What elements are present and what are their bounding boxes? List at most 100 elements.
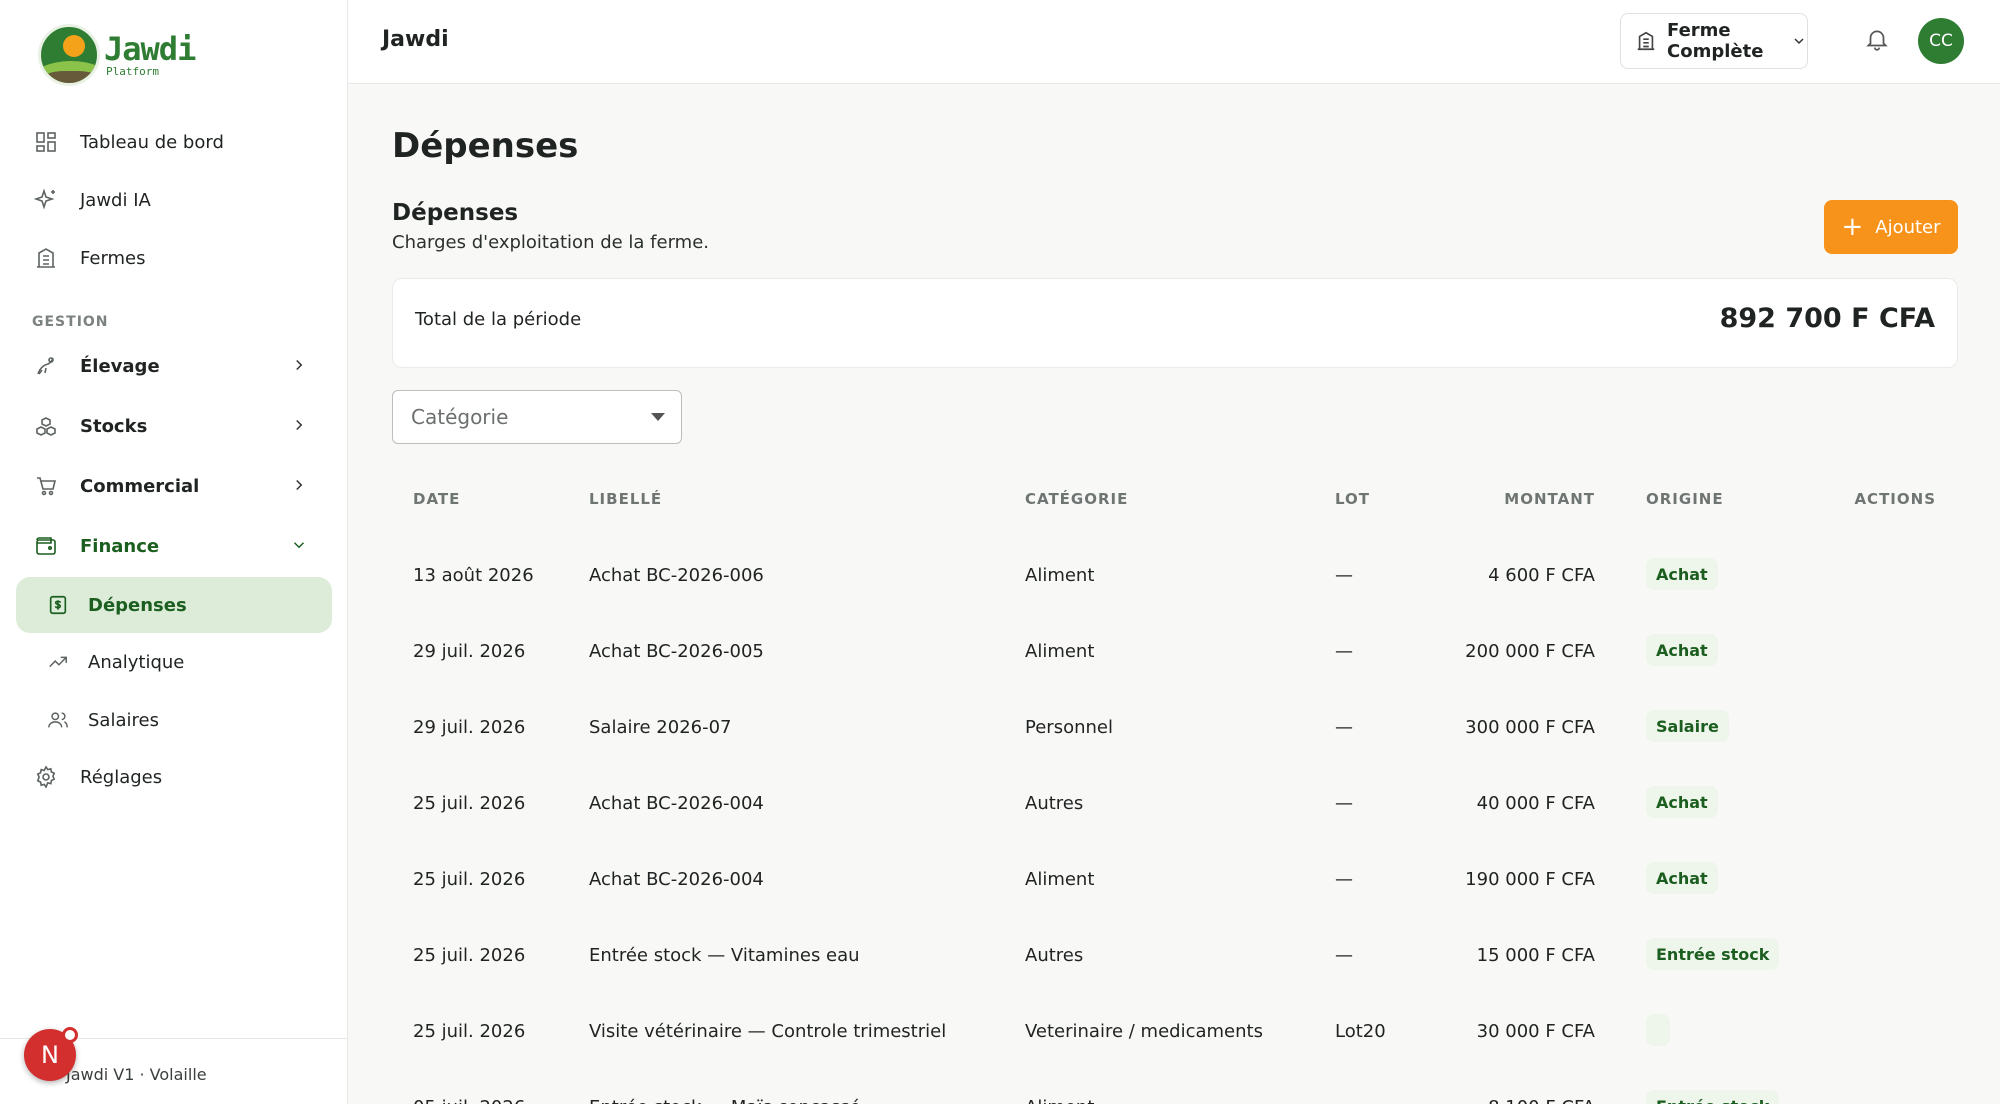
column-header-categorie[interactable]: CATÉGORIE (1025, 490, 1128, 508)
sidebar-item-salaires[interactable]: Salaires (16, 694, 332, 746)
avatar[interactable]: CC (1918, 18, 1964, 64)
receipt-icon (44, 591, 72, 619)
cell-date: 29 juil. 2026 (413, 641, 526, 662)
sidebar-item-reglages[interactable]: Réglages (16, 751, 332, 803)
cart-icon (32, 472, 60, 500)
boxes-icon (32, 412, 60, 440)
table-row[interactable]: 25 juil. 2026 Achat BC-2026-004 Autres — 40 … (392, 766, 1958, 842)
cell-lot: — (1335, 1097, 1353, 1104)
cell-date: 29 juil. 2026 (413, 717, 526, 738)
origin-badge: Entrée stock (1646, 1090, 1780, 1104)
section-title: Dépenses (392, 200, 519, 226)
sidebar-item-fermes[interactable]: Fermes (16, 232, 332, 284)
cell-date: 25 juil. 2026 (413, 945, 526, 966)
cell-categorie: Aliment (1025, 641, 1095, 662)
assistant-fab-button[interactable]: N (24, 1027, 78, 1081)
sidebar-item-depenses[interactable]: Dépenses (16, 577, 332, 633)
cell-categorie: Aliment (1025, 565, 1095, 586)
total-label: Total de la période (415, 309, 582, 330)
sidebar-item-label: Dépenses (88, 594, 187, 616)
cell-categorie: Autres (1025, 945, 1084, 966)
cell-lot: Lot20 (1335, 1021, 1386, 1042)
add-button-label: Ajouter (1875, 216, 1941, 238)
category-filter-select[interactable]: Catégorie (392, 390, 682, 444)
total-card: Total de la période 892 700 F CFA (392, 278, 1958, 368)
table-row[interactable]: 25 juil. 2026 Visite vétérinaire — Contro… (392, 994, 1958, 1070)
trend-icon (44, 648, 72, 676)
cell-libelle: Entrée stock — Vitamines eau (589, 945, 860, 966)
plus-icon: + (1841, 212, 1864, 242)
cell-libelle: Entrée stock — Maïs concassé (589, 1097, 861, 1104)
cell-date: 25 juil. 2026 (413, 793, 526, 814)
cell-lot: — (1335, 869, 1353, 890)
page-title: Dépenses (392, 126, 579, 166)
section-description: Charges d'exploitation de la ferme. (392, 232, 710, 253)
cell-montant: 300 000 F CFA (1465, 717, 1595, 738)
sidebar-item-analytique[interactable]: Analytique (16, 636, 332, 688)
users-icon (44, 706, 72, 734)
sidebar-item-commercial[interactable]: Commercial (16, 460, 332, 512)
cell-montant: 190 000 F CFA (1465, 869, 1595, 890)
sidebar-item-elevage[interactable]: Élevage (16, 340, 332, 392)
column-header-origine[interactable]: ORIGINE (1646, 490, 1724, 508)
origin-badge: Achat (1646, 634, 1718, 666)
section-label-gestion: GESTION (32, 314, 109, 330)
logo-mark (38, 24, 100, 86)
sidebar-item-label: Finance (80, 535, 160, 557)
origin-badge: Achat (1646, 862, 1718, 894)
column-header-lot[interactable]: LOT (1335, 490, 1370, 508)
sidebar-item-label: Salaires (88, 709, 159, 731)
chevron-right-icon (290, 356, 308, 379)
cell-montant: 4 600 F CFA (1488, 565, 1595, 586)
wallet-icon (32, 532, 60, 560)
app-logo[interactable]: Jawdi Platform (38, 24, 196, 86)
origin-badge: Entrée stock (1646, 938, 1780, 970)
sidebar-footer: Jawdi V1 · Volaille N (0, 1027, 348, 1104)
cell-libelle: Achat BC-2026-006 (589, 565, 764, 586)
cell-lot: — (1335, 717, 1353, 738)
cell-libelle: Salaire 2026-07 (589, 717, 732, 738)
column-header-date[interactable]: DATE (413, 490, 460, 508)
sidebar-item-finance[interactable]: Finance (16, 520, 332, 572)
cell-libelle: Achat BC-2026-004 (589, 869, 764, 890)
table-row[interactable]: 25 juil. 2026 Entrée stock — Vitamines ea… (392, 918, 1958, 994)
farm-selector-label: Ferme Complète (1667, 20, 1764, 62)
sidebar-item-dashboard[interactable]: Tableau de bord (16, 116, 332, 168)
chevron-right-icon (290, 476, 308, 499)
farm-selector[interactable]: Ferme Complète (1620, 13, 1808, 69)
sidebar-item-stocks[interactable]: Stocks (16, 400, 332, 452)
cell-montant: 8 100 F CFA (1488, 1097, 1595, 1104)
table-row[interactable]: 13 août 2026 Achat BC-2026-006 Aliment — 4 6… (392, 538, 1958, 614)
sidebar-item-label: Analytique (88, 651, 185, 673)
column-header-montant[interactable]: MONTANT (1504, 490, 1595, 508)
sidebar-item-label: Tableau de bord (80, 131, 224, 153)
notification-dot (62, 1027, 78, 1043)
column-header-libelle[interactable]: LIBELLÉ (589, 490, 662, 508)
bell-icon[interactable] (1864, 26, 1890, 52)
cell-montant: 200 000 F CFA (1465, 641, 1595, 662)
cell-lot: — (1335, 565, 1353, 586)
origin-badge: Achat (1646, 786, 1718, 818)
cell-date: 13 août 2026 (413, 565, 534, 586)
sidebar-item-jawdi-ia[interactable]: Jawdi IA (16, 174, 332, 226)
cell-lot: — (1335, 793, 1353, 814)
add-expense-button[interactable]: + Ajouter (1824, 200, 1958, 254)
filter-placeholder: Catégorie (411, 405, 509, 429)
table-row[interactable]: 05 juil. 2026 Entrée stock — Maïs concass… (392, 1070, 1958, 1104)
cell-date: 25 juil. 2026 (413, 869, 526, 890)
table-row[interactable]: 29 juil. 2026 Achat BC-2026-005 Aliment — 20… (392, 614, 1958, 690)
cell-lot: — (1335, 945, 1353, 966)
sidebar-item-label: Commercial (80, 475, 200, 497)
column-header-actions: ACTIONS (1854, 490, 1936, 508)
sidebar-item-label: Stocks (80, 415, 148, 437)
topbar: Jawdi Ferme Complète CC (348, 0, 2000, 84)
caret-down-icon (651, 413, 665, 421)
cell-date: 05 juil. 2026 (413, 1097, 525, 1104)
table-row[interactable]: 25 juil. 2026 Achat BC-2026-004 Aliment — 19… (392, 842, 1958, 918)
cell-montant: 30 000 F CFA (1476, 1021, 1595, 1042)
table-row[interactable]: 29 juil. 2026 Salaire 2026-07 Personnel — 30… (392, 690, 1958, 766)
app-version: Jawdi V1 · Volaille (66, 1065, 207, 1084)
dashboard-icon (32, 128, 60, 156)
cell-libelle: Achat BC-2026-005 (589, 641, 764, 662)
sparkles-icon (32, 186, 60, 214)
